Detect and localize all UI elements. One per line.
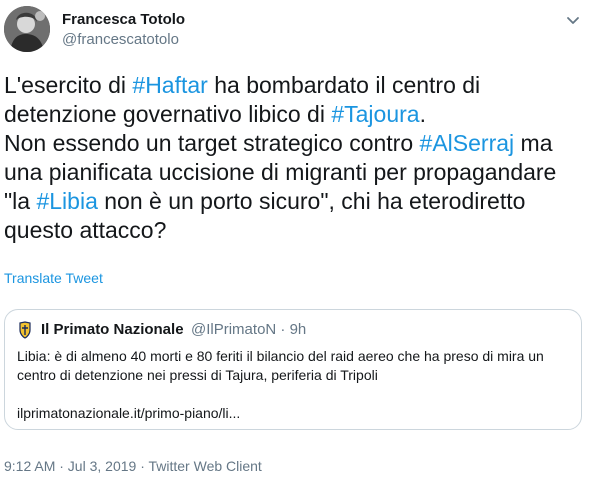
quoted-tweet-text: Libia: è di almeno 40 morti e 80 feriti … [17, 348, 544, 383]
tweet-text: L'esercito di #Haftar ha bombardato il c… [4, 71, 579, 245]
quoted-author-handle-time: @IlPrimatoN · 9h [191, 321, 307, 338]
hashtag-link-haftar[interactable]: #Haftar [132, 72, 207, 98]
tweet-timestamp-source[interactable]: 9:12 AM · Jul 3, 2019 · Twitter Web Clie… [4, 458, 262, 474]
primato-logo-icon [17, 321, 33, 339]
author-handle[interactable]: @francescatotolo [62, 31, 179, 48]
quoted-tweet-card[interactable]: Il Primato Nazionale @IlPrimatoN · 9h Li… [4, 309, 582, 430]
avatar[interactable] [4, 6, 50, 52]
tweet-text-segment: L'esercito di [4, 72, 133, 98]
hashtag-link-alserraj[interactable]: #AlSerraj [420, 130, 515, 156]
hashtag-link-tajoura[interactable]: #Tajoura [331, 101, 419, 127]
quoted-tweet-link[interactable]: ilprimatonazionale.it/primo-piano/li... [17, 405, 240, 421]
author-name[interactable]: Francesca Totolo [62, 11, 185, 28]
chevron-down-icon [567, 17, 579, 24]
quoted-author-name: Il Primato Nazionale [41, 321, 184, 338]
more-options-button[interactable] [563, 10, 583, 30]
hashtag-link-libia[interactable]: #Libia [36, 188, 97, 214]
translate-tweet-link[interactable]: Translate Tweet [4, 270, 103, 286]
avatar-photo [4, 6, 50, 52]
